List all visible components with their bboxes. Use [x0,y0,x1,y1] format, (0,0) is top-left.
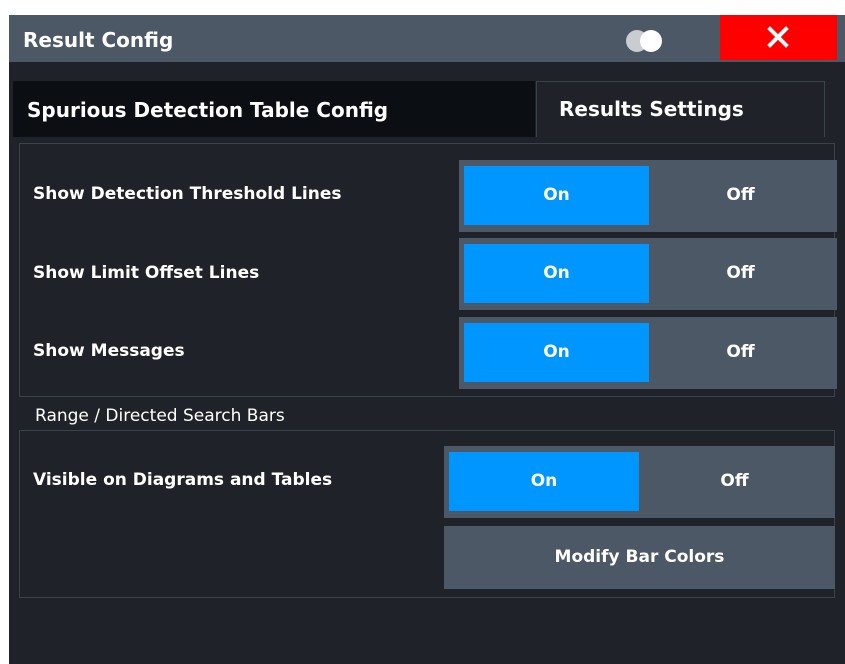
close-button[interactable] [720,15,837,60]
result-config-dialog: Result Config Spurious Detection Table C… [9,15,845,664]
show-limit-offset-lines-toggle: On Off [459,238,837,310]
visible-on-diagrams-off-button[interactable]: Off [639,452,830,511]
dialog-title: Result Config [23,28,174,52]
tab-results-settings[interactable]: Results Settings [536,81,825,137]
show-detection-threshold-lines-off-button[interactable]: Off [649,166,832,225]
show-messages-label: Show Messages [33,341,185,361]
show-messages-toggle: On Off [459,317,837,389]
search-bars-section-label: Range / Directed Search Bars [35,406,285,426]
show-detection-threshold-lines-on-button[interactable]: On [464,166,649,225]
modify-bar-colors-button[interactable]: Modify Bar Colors [444,526,835,589]
show-detection-threshold-lines-label: Show Detection Threshold Lines [33,184,342,204]
show-limit-offset-lines-label: Show Limit Offset Lines [33,263,260,283]
visible-on-diagrams-on-button[interactable]: On [449,452,639,511]
visible-on-diagrams-label: Visible on Diagrams and Tables [33,470,333,490]
visible-on-diagrams-toggle: On Off [444,446,835,518]
title-bar: Result Config [9,15,845,62]
show-limit-offset-lines-on-button[interactable]: On [464,244,649,303]
close-icon [767,26,789,48]
toggle-view-icon[interactable] [626,30,664,52]
tab-spurious-detection-table-config[interactable]: Spurious Detection Table Config [13,81,535,137]
show-limit-offset-lines-off-button[interactable]: Off [649,244,832,303]
show-messages-on-button[interactable]: On [464,323,649,382]
show-messages-off-button[interactable]: Off [649,323,832,382]
show-detection-threshold-lines-toggle: On Off [459,160,837,232]
